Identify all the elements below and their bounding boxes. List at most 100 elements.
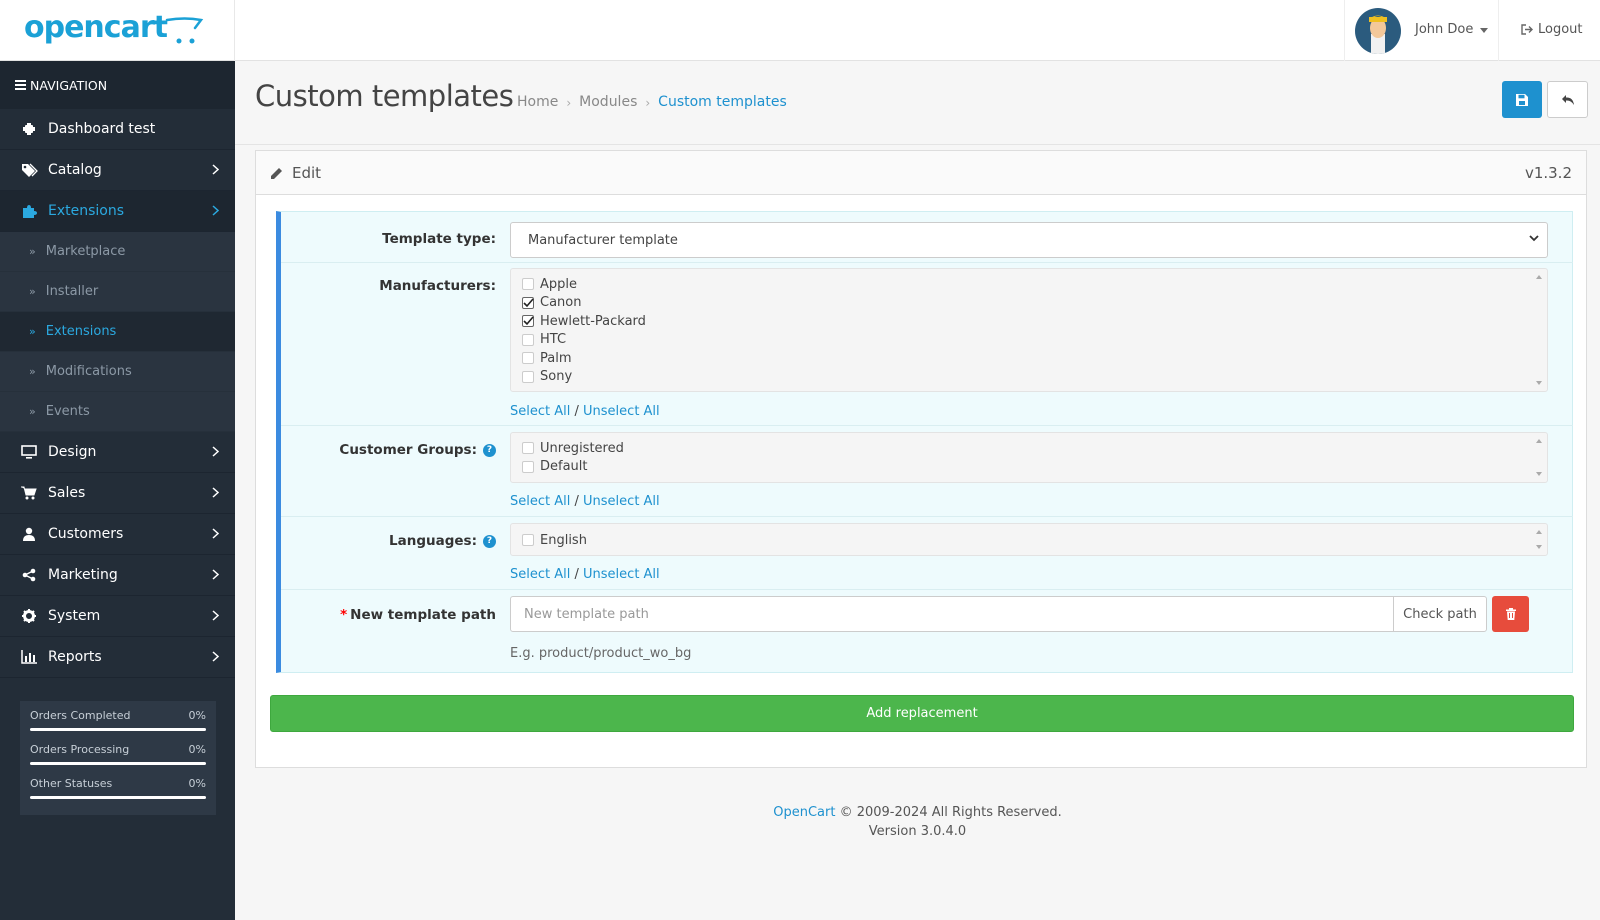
- manufacturer-option[interactable]: Canon: [511, 294, 1547, 313]
- sidebar-subitem-extensions[interactable]: » Extensions: [0, 312, 235, 352]
- sidebar-item-customers[interactable]: Customers: [0, 514, 235, 555]
- link-separator: /: [574, 567, 579, 582]
- template-type-select[interactable]: Manufacturer template: [510, 222, 1548, 258]
- sidebar-subitem-label: Modifications: [45, 364, 132, 379]
- manufacturer-option[interactable]: Hewlett-Packard: [511, 312, 1547, 331]
- sidebar-item-extensions[interactable]: Extensions: [0, 191, 235, 232]
- manufacturer-option[interactable]: Sony: [511, 368, 1547, 387]
- checkbox-checked[interactable]: [522, 315, 534, 328]
- sidebar-item-sales[interactable]: Sales: [0, 473, 235, 514]
- question-circle-icon[interactable]: ?: [483, 534, 496, 548]
- checkbox[interactable]: [522, 534, 534, 547]
- navigation-title[interactable]: NAVIGATION: [0, 61, 235, 109]
- question-circle-icon[interactable]: ?: [483, 443, 496, 457]
- breadcrumb-modules[interactable]: Modules: [579, 94, 637, 112]
- customer-group-option[interactable]: Unregistered: [511, 439, 1547, 458]
- monitor-icon: [20, 443, 38, 461]
- sidebar-item-catalog[interactable]: Catalog: [0, 150, 235, 191]
- languages-label-text: Languages:: [389, 533, 477, 549]
- template-path-row: * New template path New template path Ch…: [281, 590, 1573, 672]
- checkbox[interactable]: [522, 460, 534, 473]
- scroll-up-icon[interactable]: [1536, 439, 1542, 443]
- check-icon: [523, 316, 534, 326]
- sidebar-item-label: System: [48, 608, 101, 624]
- user-menu[interactable]: John Doe: [1344, 0, 1499, 61]
- scroll-down-icon[interactable]: [1536, 472, 1542, 476]
- breadcrumb: Home › Modules › Custom templates: [517, 94, 787, 112]
- checkbox[interactable]: [522, 333, 534, 346]
- sidebar-item-reports[interactable]: Reports: [0, 637, 235, 678]
- select-all-link[interactable]: Select All: [510, 494, 570, 509]
- breadcrumb-custom-templates[interactable]: Custom templates: [658, 94, 787, 112]
- list-scrollbar[interactable]: [1535, 528, 1543, 551]
- sidebar-subitem-marketplace[interactable]: » Marketplace: [0, 232, 235, 272]
- logo-cart-icon: [165, 17, 204, 44]
- manufacturer-option[interactable]: Palm: [511, 349, 1547, 368]
- select-all-link[interactable]: Select All: [510, 567, 570, 582]
- sidebar-item-design[interactable]: Design: [0, 432, 235, 473]
- template-path-help: E.g. product/product_wo_bg: [510, 646, 692, 661]
- checkbox[interactable]: [522, 370, 534, 383]
- add-replacement-button[interactable]: Add replacement: [270, 695, 1574, 732]
- checkbox[interactable]: [522, 278, 534, 291]
- page-title: Custom templates: [255, 79, 514, 113]
- sidebar-subitem-modifications[interactable]: » Modifications: [0, 352, 235, 392]
- language-option[interactable]: English: [511, 531, 1547, 550]
- caret-down-icon: [1480, 28, 1488, 33]
- customer-group-option[interactable]: Default: [511, 458, 1547, 477]
- navigation-title-text: NAVIGATION: [30, 77, 108, 93]
- template-path-input[interactable]: New template path: [510, 596, 1394, 632]
- unselect-all-link[interactable]: Unselect All: [583, 494, 660, 509]
- floppy-icon: [1516, 93, 1528, 106]
- check-path-button[interactable]: Check path: [1393, 596, 1487, 632]
- template-type-label: Template type:: [382, 231, 496, 247]
- checkbox[interactable]: [522, 442, 534, 455]
- opencart-link[interactable]: OpenCart: [773, 805, 835, 820]
- stat-orders-completed: Orders Completed 0%: [30, 709, 206, 743]
- option-label: Canon: [540, 295, 582, 311]
- chevron-down-icon: [1529, 235, 1539, 242]
- manufacturer-option[interactable]: HTC: [511, 331, 1547, 350]
- select-all-link[interactable]: Select All: [510, 404, 570, 419]
- scroll-up-icon[interactable]: [1536, 275, 1542, 279]
- chevron-right-icon: [212, 651, 219, 662]
- sidebar-item-system[interactable]: System: [0, 596, 235, 637]
- logout-link[interactable]: Logout: [1521, 22, 1583, 37]
- tags-icon: [20, 161, 38, 179]
- save-button[interactable]: [1502, 81, 1542, 118]
- stat-label: Orders Processing: [30, 743, 130, 756]
- sidebar-subitem-installer[interactable]: » Installer: [0, 272, 235, 312]
- option-label: Hewlett-Packard: [540, 313, 646, 329]
- order-stats: Orders Completed 0% Orders Processing 0%…: [20, 701, 216, 815]
- chevron-right-icon: [212, 528, 219, 539]
- scroll-down-icon[interactable]: [1536, 381, 1542, 385]
- sidebar-item-dashboard[interactable]: Dashboard test: [0, 109, 235, 150]
- scroll-up-icon[interactable]: [1536, 530, 1542, 534]
- breadcrumb-home[interactable]: Home: [517, 94, 558, 112]
- list-scrollbar[interactable]: [1535, 437, 1543, 478]
- scroll-down-icon[interactable]: [1536, 545, 1542, 549]
- cart-icon: [20, 484, 38, 502]
- opencart-logo[interactable]: opencart: [0, 0, 235, 61]
- panel-title: Edit: [292, 164, 322, 182]
- trash-icon: [1505, 608, 1516, 620]
- pencil-icon: [271, 168, 282, 179]
- stat-value: 0%: [188, 743, 206, 756]
- checkbox[interactable]: [522, 352, 534, 365]
- checkbox-checked[interactable]: [522, 296, 534, 309]
- languages-select-links: Select All / Unselect All: [510, 567, 660, 582]
- double-chevron-icon: »: [29, 365, 36, 378]
- sidebar-subitem-events[interactable]: » Events: [0, 392, 235, 432]
- manufacturers-list: Apple Canon Hewlett-Packard HTC Palm Son…: [510, 268, 1548, 392]
- delete-button[interactable]: [1492, 596, 1529, 632]
- back-button[interactable]: [1547, 81, 1588, 118]
- footer-copyright: © 2009-2024 All Rights Reserved.: [839, 805, 1062, 820]
- chevron-right-icon: [212, 164, 219, 175]
- manufacturer-option[interactable]: Apple: [511, 275, 1547, 294]
- template-type-value: Manufacturer template: [528, 232, 678, 248]
- list-scrollbar[interactable]: [1535, 273, 1543, 387]
- unselect-all-link[interactable]: Unselect All: [583, 567, 660, 582]
- sidebar-item-marketing[interactable]: Marketing: [0, 555, 235, 596]
- user-name: John Doe: [1415, 22, 1474, 37]
- unselect-all-link[interactable]: Unselect All: [583, 404, 660, 419]
